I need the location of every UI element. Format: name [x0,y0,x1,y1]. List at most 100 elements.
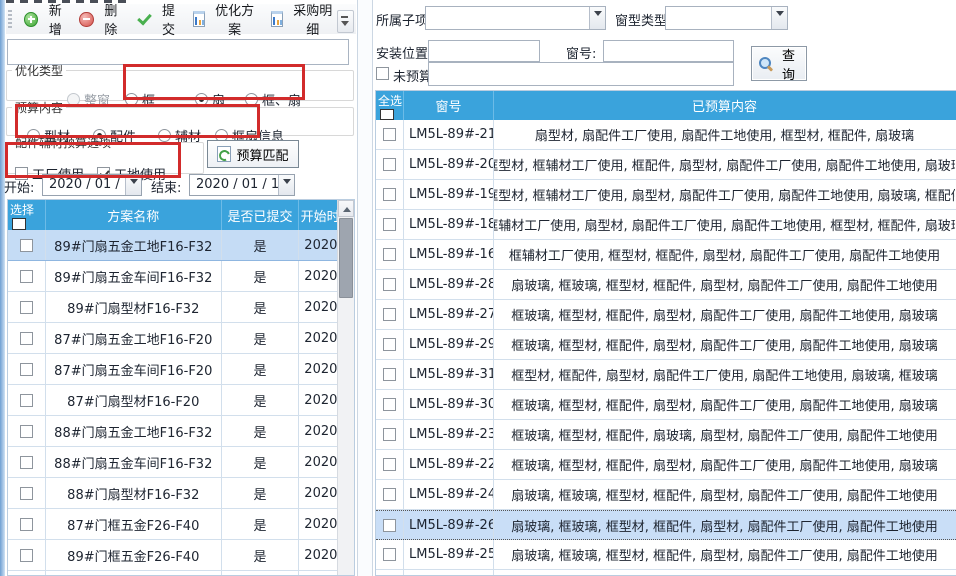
table-row[interactable]: 89#门扇型材F16-F32 是 2020/0 [8,292,354,323]
scrollbar-thumb[interactable] [339,218,353,298]
table-row[interactable]: 89#门框五金F26-F40 是 2020/0 [8,540,354,571]
optimize-plan-button[interactable]: 优化方案 [187,0,265,41]
optimize-type-legend: 优化类型 [12,62,66,79]
start-date-label: 开始: [4,177,34,196]
row-checkbox[interactable] [383,428,396,441]
row-checkbox[interactable] [20,518,33,531]
toolbar-grip[interactable] [8,10,12,28]
row-checkbox[interactable] [383,519,396,532]
end-date-picker[interactable]: 2020 / 01 / 13 [189,174,295,196]
row-checkbox[interactable] [383,488,396,501]
window-no-cell: LM5L-89#-31F29 [404,360,494,389]
table-row[interactable]: LM5L-89#-31F29 框型材, 框配件, 扇型材, 扇配件工厂使用, 扇… [376,360,956,390]
row-checkbox[interactable] [20,332,33,345]
row-checkbox[interactable] [20,270,33,283]
row-checkbox[interactable] [20,363,33,376]
budgeted-content-cell: 框玻璃, 框型材, 框配件, 扇玻璃, 扇型材, 扇配件工厂使用, 扇配件工地使… [494,420,955,449]
sub-item-combobox[interactable] [425,6,606,30]
table-row[interactable]: LM5L-89#-30F28 框玻璃, 框型材, 框配件, 扇型材, 扇配件工厂… [376,390,956,420]
select-all-checkbox[interactable] [12,218,26,230]
row-checkbox[interactable] [383,218,396,231]
budgeted-content-cell: 扇玻璃, 框玻璃, 框型材, 框配件, 扇型材, 扇配件工厂使用, 扇配件工地使… [494,480,955,509]
budgeted-content-cell: 框玻璃, 框型材, 框配件, 扇型材, 扇配件工厂使用, 扇配件工地使用, 扇玻… [494,390,955,419]
install-position-input[interactable] [428,40,540,62]
table-row[interactable]: 87#门框五金F26-F40 是 2020/0 [8,509,354,540]
budget-match-button[interactable]: 预算匹配 [207,140,299,168]
window-no-column-header[interactable]: 窗号 [404,91,494,120]
toolbar-overflow-button[interactable] [337,10,354,33]
no-budget-checkbox[interactable] [376,67,389,80]
table-row-selected[interactable]: LM5L-89#-26F24 扇玻璃, 框玻璃, 框型材, 框配件, 扇型材, … [376,510,956,540]
caret-down-icon[interactable] [589,7,605,29]
window-type-combobox[interactable] [665,6,788,30]
plan-name-cell: 88#门扇五金车间F16-F32 [46,447,222,477]
plan-name-cell: 88#门扇型材F16-F32 [46,478,222,508]
row-checkbox[interactable] [20,425,33,438]
table-row[interactable]: 87#门扇五金车间F16-F20 是 2020/0 [8,354,354,385]
row-checkbox[interactable] [383,338,396,351]
row-checkbox[interactable] [20,549,33,562]
vertical-scrollbar[interactable] [337,200,354,576]
table-row[interactable]: LM5L-89#-28F26 扇玻璃, 框玻璃, 框型材, 框配件, 扇型材, … [376,270,956,300]
query-button[interactable]: 查询 [751,46,807,81]
caret-down-icon[interactable] [125,175,141,195]
window-no-cell: LM5L-89#-23F21 [404,420,494,449]
row-checkbox[interactable] [20,239,33,252]
table-row[interactable]: 88#门扇型材F16-F32 是 2020/0 [8,478,354,509]
row-checkbox[interactable] [383,278,396,291]
budgeted-content-cell: 框辅材工厂使用, 框型材, 框配件, 扇型材, 扇配件工厂使用, 扇配件工地使用 [494,240,955,269]
budget-content-legend: 预算内容 [12,99,66,116]
table-row[interactable]: LM5L-89#-29F27 框玻璃, 框型材, 框配件, 扇型材, 扇配件工厂… [376,330,956,360]
table-row[interactable]: LM5L-89#-20F18 框型材, 框辅材工厂使用, 框配件, 扇型材, 扇… [376,150,956,180]
row-checkbox[interactable] [20,394,33,407]
start-date-picker[interactable]: 2020 / 01 / 1 [42,174,142,196]
name-column-header[interactable]: 方案名称 [46,200,222,230]
table-row[interactable]: LM5L-89#-27F25 框玻璃, 框型材, 框配件, 扇型材, 扇配件工厂… [376,300,956,330]
row-checkbox[interactable] [383,308,396,321]
header-label: 全选 [378,92,402,109]
row-checkbox[interactable] [20,301,33,314]
row-checkbox[interactable] [383,548,396,561]
end-date-label: 结束: [151,177,181,196]
caret-down-icon[interactable] [278,175,294,195]
table-row[interactable]: LM5L-89#-25F23 扇玻璃, 框玻璃, 框型材, 框配件, 扇型材, … [376,540,956,570]
no-budget-input[interactable] [428,62,734,86]
table-row[interactable]: LM5L-89#-22F20 框玻璃, 框型材, 框配件, 扇型材, 扇配件工厂… [376,450,956,480]
submit-button[interactable]: 提交 [129,0,187,41]
scroll-up-button[interactable] [338,200,354,217]
submitted-cell: 是 [222,478,300,508]
plan-table: 选择 方案名称 是否已提交 开始时间 89#门扇五金工地F16-F32 是 20… [7,199,355,576]
table-row[interactable]: LM5L-89#-24F22 扇玻璃, 框玻璃, 框型材, 框配件, 扇型材, … [376,480,956,510]
row-checkbox[interactable] [20,456,33,469]
row-checkbox[interactable] [383,248,396,261]
row-checkbox[interactable] [383,158,396,171]
delete-button[interactable]: 删除 [73,0,129,41]
table-row[interactable]: LM5L-89#-23F21 框玻璃, 框型材, 框配件, 扇玻璃, 扇型材, … [376,420,956,450]
table-row[interactable]: LM5L-89#-18F16 框辅材工厂使用, 扇型材, 扇配件工厂使用, 扇配… [376,210,956,240]
row-checkbox[interactable] [383,188,396,201]
left-toolbar: 新增 删除 提交 优化方案 采购明细 [6,4,356,34]
table-row[interactable]: LM5L-89#-21F19 扇型材, 扇配件工厂使用, 扇配件工地使用, 框型… [376,120,956,150]
table-row[interactable]: 89#门扇五金车间F16-F32 是 2020/0 [8,261,354,292]
row-checkbox[interactable] [20,487,33,500]
select-all-checkbox[interactable] [380,109,394,120]
row-checkbox[interactable] [383,128,396,141]
table-row[interactable]: 87#门扇型材F16-F20 是 2020/0 [8,385,354,416]
row-checkbox[interactable] [383,398,396,411]
add-button[interactable]: 新增 [18,0,74,41]
row-checkbox[interactable] [383,368,396,381]
budgeted-column-header[interactable]: 已预算内容 [494,91,955,120]
caret-down-icon[interactable] [771,7,787,29]
table-row[interactable]: 89#门扇五金工地F16-F32 是 2020/0 [8,230,354,261]
row-checkbox[interactable] [383,458,396,471]
panel-splitter[interactable] [357,0,373,576]
table-row[interactable]: 88#门扇五金车间F16-F32 是 2020/0 [8,447,354,478]
table-row[interactable]: 88#门扇五金工地F16-F32 是 2020/0 [8,416,354,447]
table-row[interactable]: LM5L-89#-16F15 框辅材工厂使用, 框型材, 框配件, 扇型材, 扇… [376,240,956,270]
table-row[interactable]: LM5L-89#-19F17 框型材, 框辅材工厂使用, 扇型材, 扇配件工厂使… [376,180,956,210]
window-no-input[interactable] [603,40,734,62]
table-row[interactable]: 88#门框五金F21-F40 是 2020/0 [8,571,354,576]
purchase-detail-label: 采购明细 [288,0,337,38]
table-row[interactable]: 87#门扇五金工地F16-F20 是 2020/0 [8,323,354,354]
submitted-column-header[interactable]: 是否已提交 [222,200,300,230]
